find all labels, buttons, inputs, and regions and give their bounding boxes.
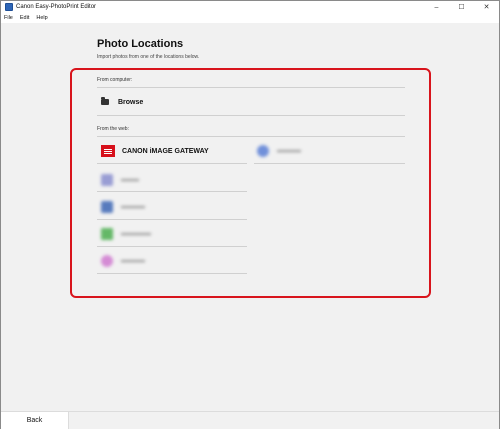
service-item[interactable]: ▬▬▬▬▬	[101, 224, 151, 244]
menu-help[interactable]: Help	[36, 15, 47, 21]
divider	[97, 87, 405, 88]
app-icon	[5, 3, 13, 11]
menu-edit[interactable]: Edit	[20, 15, 29, 21]
page-title: Photo Locations	[97, 38, 184, 50]
canon-image-gateway-icon	[101, 145, 115, 157]
section-label-computer: From computer:	[97, 77, 133, 83]
service-label: ▬▬▬	[121, 177, 139, 183]
service-label: ▬▬▬▬▬	[121, 231, 151, 237]
close-button[interactable]: ✕	[474, 1, 499, 13]
divider	[97, 219, 247, 220]
back-button[interactable]: Back	[1, 411, 69, 429]
page-subtitle: Import photos from one of the locations …	[97, 54, 200, 60]
divider	[97, 191, 247, 192]
service-icon	[101, 174, 113, 186]
divider	[97, 273, 247, 274]
service-icon	[101, 201, 113, 213]
folder-icon	[101, 97, 109, 105]
window-controls: – ☐ ✕	[424, 1, 499, 13]
window-title: Canon Easy-PhotoPrint Editor	[16, 4, 97, 10]
app-window: Canon Easy-PhotoPrint Editor – ☐ ✕ File …	[0, 0, 500, 429]
section-label-web: From the web:	[97, 126, 129, 132]
divider	[97, 115, 405, 116]
service-icon	[101, 255, 113, 267]
divider	[254, 163, 405, 164]
footer-bar	[1, 411, 499, 429]
divider	[97, 246, 247, 247]
service-item[interactable]: ▬▬▬	[101, 170, 139, 190]
service-label: ▬▬▬▬	[121, 204, 145, 210]
browse-label: Browse	[118, 98, 144, 106]
service-label: ▬▬▬▬	[277, 148, 301, 154]
menu-file[interactable]: File	[4, 15, 13, 21]
service-item[interactable]: ▬▬▬▬	[257, 141, 301, 161]
minimize-button[interactable]: –	[424, 1, 449, 13]
maximize-button[interactable]: ☐	[449, 1, 474, 13]
browse-button[interactable]: Browse	[101, 92, 143, 112]
divider	[97, 163, 247, 164]
canon-image-gateway-button[interactable]: CANON iMAGE GATEWAY	[101, 141, 209, 161]
service-item[interactable]: ▬▬▬▬	[101, 251, 145, 271]
menu-bar: File Edit Help	[1, 13, 499, 22]
service-item[interactable]: ▬▬▬▬	[101, 197, 145, 217]
main-content: Photo Locations Import photos from one o…	[1, 23, 499, 411]
canon-image-gateway-label: CANON iMAGE GATEWAY	[122, 147, 209, 155]
service-icon	[101, 228, 113, 240]
title-bar: Canon Easy-PhotoPrint Editor – ☐ ✕	[1, 1, 499, 13]
service-icon	[257, 145, 269, 157]
service-label: ▬▬▬▬	[121, 258, 145, 264]
divider	[97, 136, 405, 137]
